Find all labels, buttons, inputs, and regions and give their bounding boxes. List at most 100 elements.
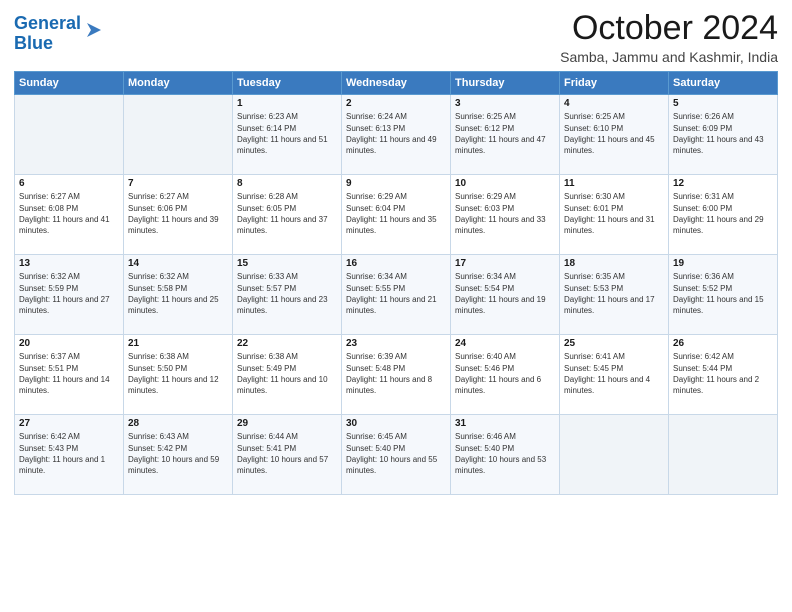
day-number: 7 (128, 178, 228, 189)
calendar-cell: 24Sunrise: 6:40 AMSunset: 5:46 PMDayligh… (451, 335, 560, 415)
day-number: 4 (564, 98, 664, 109)
month-title: October 2024 (560, 10, 778, 47)
day-number: 13 (19, 258, 119, 269)
cell-info: Sunrise: 6:29 AMSunset: 6:03 PMDaylight:… (455, 191, 555, 236)
cell-info: Sunrise: 6:24 AMSunset: 6:13 PMDaylight:… (346, 111, 446, 156)
day-number: 5 (673, 98, 773, 109)
cell-info: Sunrise: 6:40 AMSunset: 5:46 PMDaylight:… (455, 351, 555, 396)
day-number: 25 (564, 338, 664, 349)
calendar-cell: 12 Sunrise: 6:31 AMSunset: 6:00 PMDayligh… (669, 175, 778, 255)
header-day-tuesday: Tuesday (233, 72, 342, 95)
calendar-table: SundayMondayTuesdayWednesdayThursdayFrid… (14, 71, 778, 495)
header-day-wednesday: Wednesday (342, 72, 451, 95)
cell-info: Sunrise: 6:28 AMSunset: 6:05 PMDaylight:… (237, 191, 337, 236)
calendar-cell: 10 Sunrise: 6:29 AMSunset: 6:03 PMDayligh… (451, 175, 560, 255)
calendar-cell (124, 95, 233, 175)
day-number: 10 (455, 178, 555, 189)
location-subtitle: Samba, Jammu and Kashmir, India (560, 49, 778, 65)
calendar-week-5: 27 Sunrise: 6:42 AMSunset: 5:43 PMDayligh… (15, 415, 778, 495)
cell-info: Sunrise: 6:27 AMSunset: 6:08 PMDaylight:… (19, 191, 119, 236)
calendar-cell: 18 Sunrise: 6:35 AMSunset: 5:53 PMDayligh… (560, 255, 669, 335)
cell-info: Sunrise: 6:34 AMSunset: 5:55 PMDaylight:… (346, 271, 446, 316)
cell-info: Sunrise: 6:26 AMSunset: 6:09 PMDaylight:… (673, 111, 773, 156)
day-number: 27 (19, 418, 119, 429)
day-number: 23 (346, 338, 446, 349)
cell-info: Sunrise: 6:42 AMSunset: 5:43 PMDaylight:… (19, 431, 119, 476)
cell-info: Sunrise: 6:35 AMSunset: 5:53 PMDaylight:… (564, 271, 664, 316)
cell-info: Sunrise: 6:32 AMSunset: 5:59 PMDaylight:… (19, 271, 119, 316)
calendar-cell: 16 Sunrise: 6:34 AMSunset: 5:55 PMDayligh… (342, 255, 451, 335)
cell-info: Sunrise: 6:43 AMSunset: 5:42 PMDaylight:… (128, 431, 228, 476)
calendar-cell: 13 Sunrise: 6:32 AMSunset: 5:59 PMDayligh… (15, 255, 124, 335)
header-day-thursday: Thursday (451, 72, 560, 95)
cell-info: Sunrise: 6:38 AMSunset: 5:49 PMDaylight:… (237, 351, 337, 396)
calendar-cell: 4 Sunrise: 6:25 AMSunset: 6:10 PMDaylight… (560, 95, 669, 175)
cell-info: Sunrise: 6:42 AMSunset: 5:44 PMDaylight:… (673, 351, 773, 396)
day-number: 11 (564, 178, 664, 189)
cell-info: Sunrise: 6:33 AMSunset: 5:57 PMDaylight:… (237, 271, 337, 316)
header-day-monday: Monday (124, 72, 233, 95)
day-number: 9 (346, 178, 446, 189)
calendar-cell: 29Sunrise: 6:44 AMSunset: 5:41 PMDayligh… (233, 415, 342, 495)
day-number: 15 (237, 258, 337, 269)
cell-info: Sunrise: 6:37 AMSunset: 5:51 PMDaylight:… (19, 351, 119, 396)
day-number: 14 (128, 258, 228, 269)
calendar-cell: 28 Sunrise: 6:43 AMSunset: 5:42 PMDayligh… (124, 415, 233, 495)
cell-info: Sunrise: 6:27 AMSunset: 6:06 PMDaylight:… (128, 191, 228, 236)
cell-info: Sunrise: 6:29 AMSunset: 6:04 PMDaylight:… (346, 191, 446, 236)
day-number: 26 (673, 338, 773, 349)
header-row: SundayMondayTuesdayWednesdayThursdayFrid… (15, 72, 778, 95)
calendar-cell: 31 Sunrise: 6:46 AMSunset: 5:40 PMDayligh… (451, 415, 560, 495)
calendar-cell: 23 Sunrise: 6:39 AMSunset: 5:48 PMDayligh… (342, 335, 451, 415)
calendar-cell: 11 Sunrise: 6:30 AMSunset: 6:01 PMDayligh… (560, 175, 669, 255)
day-number: 12 (673, 178, 773, 189)
logo: GeneralBlue (14, 14, 105, 54)
calendar-cell (669, 415, 778, 495)
page-header: GeneralBlue October 2024 Samba, Jammu an… (14, 10, 778, 65)
header-day-friday: Friday (560, 72, 669, 95)
calendar-cell: 7 Sunrise: 6:27 AMSunset: 6:06 PMDaylight… (124, 175, 233, 255)
day-number: 19 (673, 258, 773, 269)
day-number: 28 (128, 418, 228, 429)
cell-info: Sunrise: 6:38 AMSunset: 5:50 PMDaylight:… (128, 351, 228, 396)
calendar-cell: 9 Sunrise: 6:29 AMSunset: 6:04 PMDaylight… (342, 175, 451, 255)
calendar-cell: 26 Sunrise: 6:42 AMSunset: 5:44 PMDayligh… (669, 335, 778, 415)
cell-info: Sunrise: 6:23 AMSunset: 6:14 PMDaylight:… (237, 111, 337, 156)
calendar-week-1: 1Sunrise: 6:23 AMSunset: 6:14 PMDaylight… (15, 95, 778, 175)
day-number: 2 (346, 98, 446, 109)
calendar-cell: 17 Sunrise: 6:34 AMSunset: 5:54 PMDayligh… (451, 255, 560, 335)
day-number: 20 (19, 338, 119, 349)
calendar-cell: 1Sunrise: 6:23 AMSunset: 6:14 PMDaylight… (233, 95, 342, 175)
cell-info: Sunrise: 6:39 AMSunset: 5:48 PMDaylight:… (346, 351, 446, 396)
calendar-week-4: 20 Sunrise: 6:37 AMSunset: 5:51 PMDayligh… (15, 335, 778, 415)
calendar-cell (15, 95, 124, 175)
day-number: 17 (455, 258, 555, 269)
cell-info: Sunrise: 6:25 AMSunset: 6:10 PMDaylight:… (564, 111, 664, 156)
cell-info: Sunrise: 6:25 AMSunset: 6:12 PMDaylight:… (455, 111, 555, 156)
cell-info: Sunrise: 6:41 AMSunset: 5:45 PMDaylight:… (564, 351, 664, 396)
cell-info: Sunrise: 6:45 AMSunset: 5:40 PMDaylight:… (346, 431, 446, 476)
day-number: 8 (237, 178, 337, 189)
calendar-cell: 5 Sunrise: 6:26 AMSunset: 6:09 PMDaylight… (669, 95, 778, 175)
cell-info: Sunrise: 6:34 AMSunset: 5:54 PMDaylight:… (455, 271, 555, 316)
day-number: 6 (19, 178, 119, 189)
calendar-cell: 3 Sunrise: 6:25 AMSunset: 6:12 PMDaylight… (451, 95, 560, 175)
title-section: October 2024 Samba, Jammu and Kashmir, I… (560, 10, 778, 65)
calendar-cell: 25 Sunrise: 6:41 AMSunset: 5:45 PMDayligh… (560, 335, 669, 415)
calendar-cell: 6 Sunrise: 6:27 AMSunset: 6:08 PMDaylight… (15, 175, 124, 255)
day-number: 30 (346, 418, 446, 429)
cell-info: Sunrise: 6:46 AMSunset: 5:40 PMDaylight:… (455, 431, 555, 476)
day-number: 22 (237, 338, 337, 349)
cell-info: Sunrise: 6:44 AMSunset: 5:41 PMDaylight:… (237, 431, 337, 476)
cell-info: Sunrise: 6:31 AMSunset: 6:00 PMDaylight:… (673, 191, 773, 236)
day-number: 16 (346, 258, 446, 269)
day-number: 31 (455, 418, 555, 429)
calendar-cell: 19Sunrise: 6:36 AMSunset: 5:52 PMDayligh… (669, 255, 778, 335)
logo-arrow-icon (83, 19, 105, 41)
day-number: 18 (564, 258, 664, 269)
calendar-cell: 20 Sunrise: 6:37 AMSunset: 5:51 PMDayligh… (15, 335, 124, 415)
calendar-cell: 14Sunrise: 6:32 AMSunset: 5:58 PMDayligh… (124, 255, 233, 335)
day-number: 3 (455, 98, 555, 109)
calendar-cell: 30 Sunrise: 6:45 AMSunset: 5:40 PMDayligh… (342, 415, 451, 495)
cell-info: Sunrise: 6:30 AMSunset: 6:01 PMDaylight:… (564, 191, 664, 236)
